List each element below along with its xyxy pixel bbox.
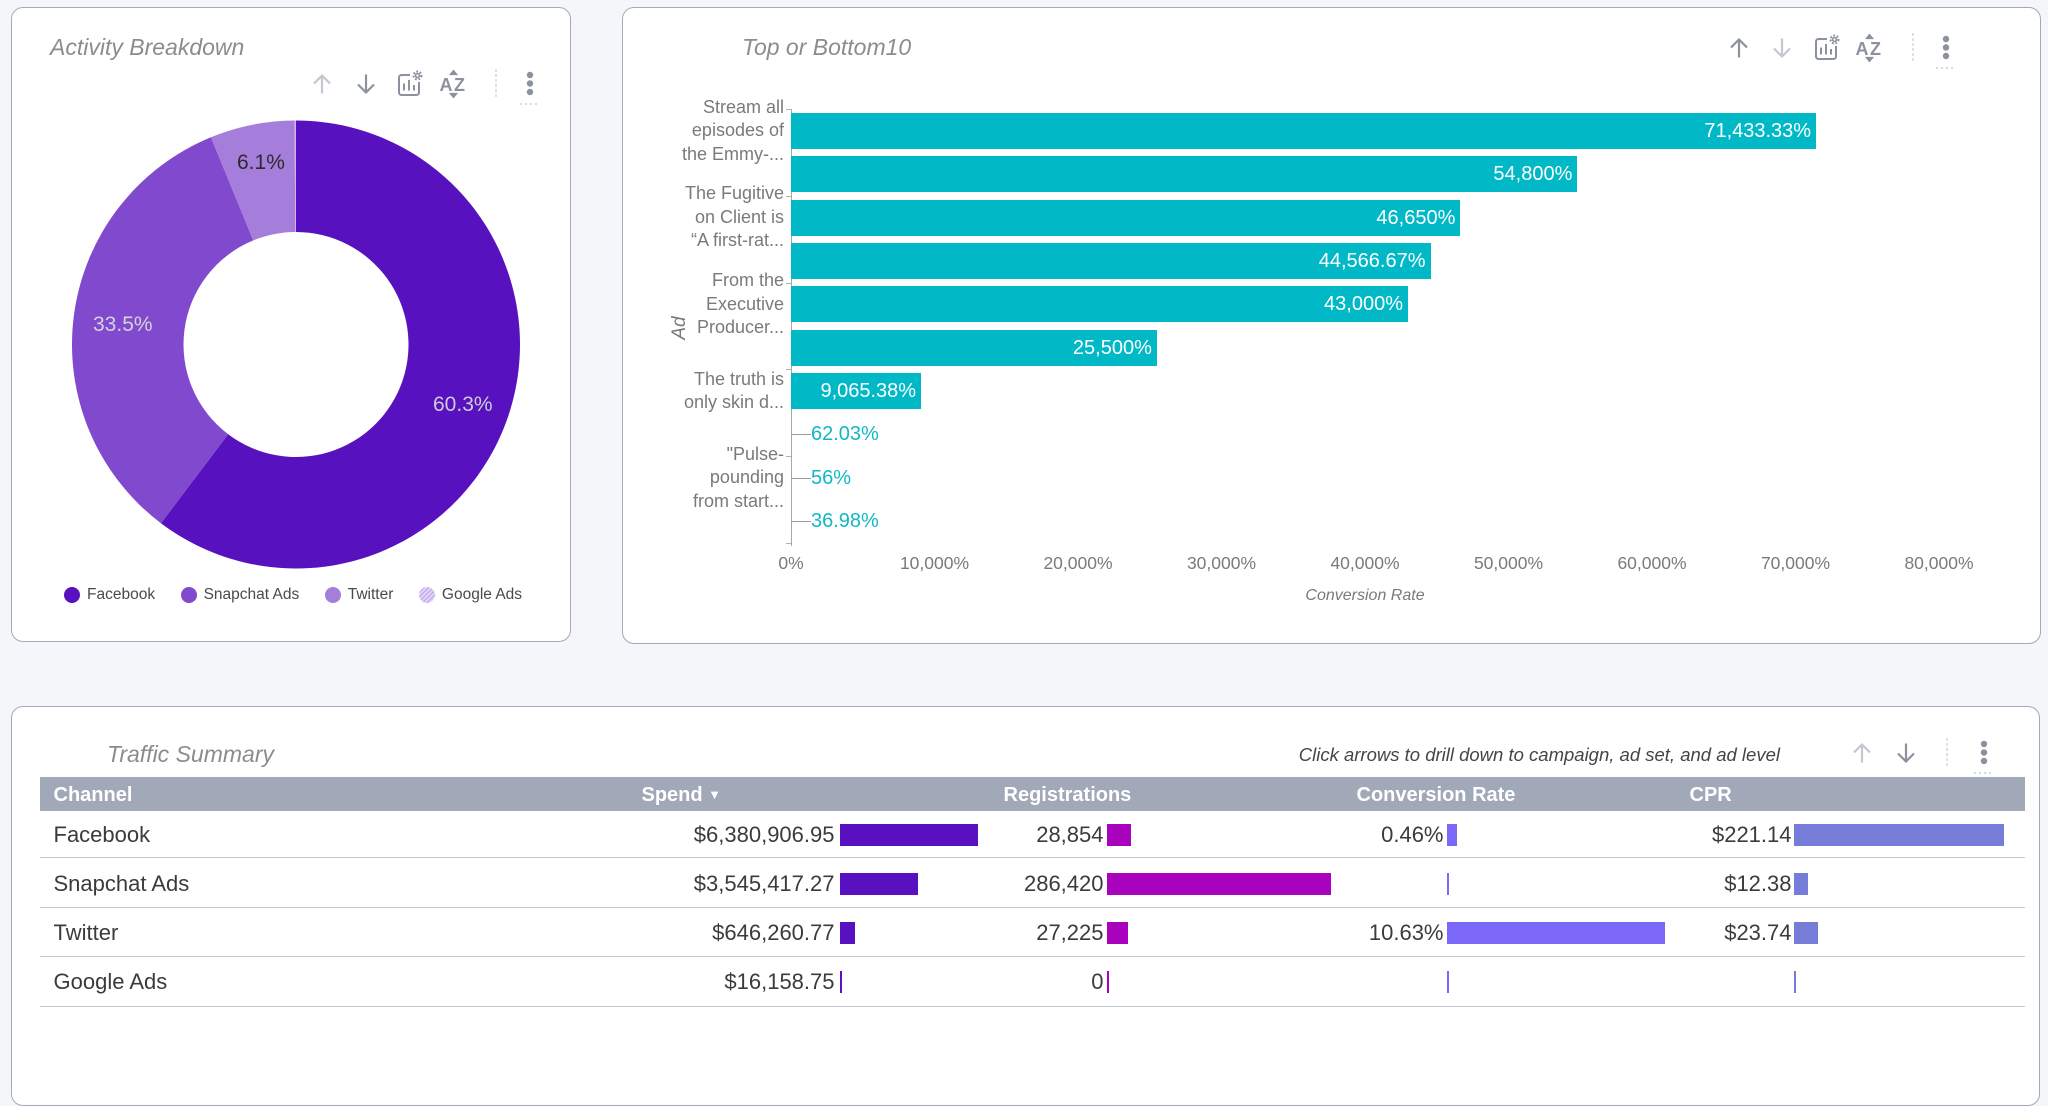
svg-text:Z: Z — [1870, 39, 1881, 59]
svg-text:A: A — [1856, 39, 1869, 59]
